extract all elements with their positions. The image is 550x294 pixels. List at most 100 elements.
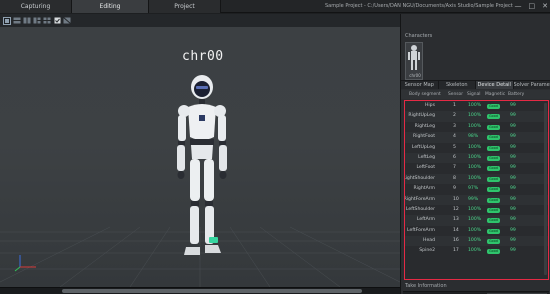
sensor-id-cell: 5 [453,144,456,150]
table-row[interactable]: RightArm 9 97% Good 99 [405,184,548,194]
sensor-id-cell: 9 [453,186,456,192]
signal-cell: 100% [468,175,482,181]
close-button[interactable]: ✕ [542,2,548,11]
top-tab-bar: Capturing Editing Project Sample Project… [0,0,550,13]
magnetic-status-badge: Good [487,176,500,182]
signal-cell: 100% [468,227,482,233]
character-thumbnail-icon [408,45,420,70]
sensor-id-cell: 2 [453,113,456,119]
device-table-header: Body segment Sensor Signal Magnetic Batt… [401,90,550,99]
tab-skeleton[interactable]: Skeleton [439,81,476,89]
signal-cell: 100% [468,144,482,150]
header-magnetic[interactable]: Magnetic [485,90,505,99]
character-card[interactable]: chr00 [405,42,423,80]
table-row[interactable]: LeftUpLeg 5 100% Good 99 [405,143,548,153]
body-segment-cell: RightForeArm [404,196,435,202]
battery-cell: 99 [510,206,516,212]
app-window: Capturing Editing Project Sample Project… [0,0,550,294]
window-controls: — □ ✕ [515,2,549,11]
magnetic-status-badge: Good [487,239,500,245]
table-row[interactable]: RightShoulder 8 100% Good 99 [405,173,548,185]
table-row[interactable]: LeftFoot 7 100% Good 99 [405,163,548,173]
signal-cell: 100% [468,238,482,244]
3d-viewport[interactable]: chr00 [0,27,400,287]
sensor-id-cell: 6 [453,154,456,160]
sensor-id-cell: 1 [453,103,456,108]
header-signal[interactable]: Signal [467,90,481,99]
camera-grid-icon[interactable] [63,17,71,25]
robot-character-model[interactable] [150,67,250,267]
maximize-button[interactable]: □ [529,2,536,11]
table-row[interactable]: Spine2 17 100% Good 99 [405,246,548,256]
sensor-id-cell: 12 [453,206,459,212]
table-row[interactable]: LeftForeArm 14 100% Good 99 [405,226,548,236]
table-row[interactable]: Hips 1 100% Good 99 [405,101,548,111]
signal-cell: 100% [468,165,482,171]
body-segment-cell: RightUpLeg [408,113,435,119]
battery-cell: 99 [510,123,516,129]
tab-solver-parameter[interactable]: Solver Parameter [514,81,550,89]
signal-cell: 99% [468,196,479,202]
magnetic-status-badge: Good [487,145,500,151]
sensor-id-cell: 10 [453,196,459,202]
viewport-toolbar [0,14,400,27]
tab-editing[interactable]: Editing [72,0,149,13]
table-row[interactable]: Head 16 100% Good 99 [405,236,548,247]
battery-cell: 99 [510,113,516,119]
table-row[interactable]: RightForeArm 10 99% Good 99 [404,194,548,205]
signal-cell: 100% [468,206,482,212]
table-row[interactable]: LeftArm 13 100% Good 99 [405,215,548,226]
sensor-id-cell: 7 [453,165,456,171]
layout-split-vertical-icon[interactable] [23,17,31,25]
right-panel: Characters chr00 Sensor Map Skeleton Dev… [400,14,550,294]
magnetic-status-badge: Good [487,114,500,120]
tab-sensor-map[interactable]: Sensor Map [401,81,439,89]
checkbox-icon[interactable] [53,17,61,25]
signal-cell: 100% [468,103,482,108]
tab-capturing[interactable]: Capturing [0,0,72,13]
tab-device-detail[interactable]: Device Detail [476,81,514,89]
table-row[interactable]: RightUpLeg 2 100% Good 99 [405,111,548,122]
header-sensor[interactable]: Sensor [448,90,463,99]
body-segment-cell: RightLeg [414,123,435,129]
header-body-segment[interactable]: Body segment [409,90,441,99]
battery-cell: 99 [510,175,516,181]
axis-gizmo [14,255,36,272]
header-battery[interactable]: Battery [508,90,524,99]
sensor-id-cell: 17 [453,248,459,254]
signal-cell: 100% [468,123,482,129]
layout-quad-icon[interactable] [43,17,51,25]
body-segment-cell: RightFoot [413,134,435,140]
signal-cell: 97% [468,186,479,192]
table-row[interactable]: RightFoot 4 98% Good 99 [405,132,548,143]
magnetic-status-badge: Good [487,207,500,213]
sensor-id-cell: 4 [453,134,456,140]
layout-split-horizontal-icon[interactable] [13,17,21,25]
layout-triple-icon[interactable] [33,17,41,25]
body-segment-cell: LeftForeArm [407,227,435,233]
magnetic-status-badge: Good [487,104,500,109]
signal-cell: 98% [468,134,479,140]
battery-cell: 99 [510,144,516,150]
body-segment-cell: LeftLeg [418,154,435,160]
magnetic-status-badge: Good [487,166,500,172]
table-row[interactable]: LeftShoulder 12 100% Good 99 [405,205,548,215]
table-row[interactable]: RightLeg 3 100% Good 99 [405,122,548,132]
magnetic-status-badge: Good [487,249,500,255]
body-segment-cell: Spine2 [419,248,435,254]
layout-single-icon[interactable] [3,16,11,25]
sensor-id-cell: 3 [453,123,456,129]
minimize-button[interactable]: — [515,2,522,11]
highlighted-sensor [209,237,218,243]
magnetic-status-badge: Good [487,124,500,130]
table-row[interactable]: LeftLeg 6 100% Good 99 [405,152,548,164]
timeline-scroll-thumb[interactable] [62,289,362,293]
magnetic-status-badge: Good [487,218,500,224]
body-segment-cell: LeftFoot [416,165,435,171]
body-segment-cell: LeftShoulder [405,206,435,212]
tab-project[interactable]: Project [149,0,221,13]
signal-cell: 100% [468,248,482,254]
table-scrollbar[interactable] [544,103,547,275]
magnetic-status-badge: Good [487,197,500,203]
character-name-label: chr00 [182,49,224,64]
